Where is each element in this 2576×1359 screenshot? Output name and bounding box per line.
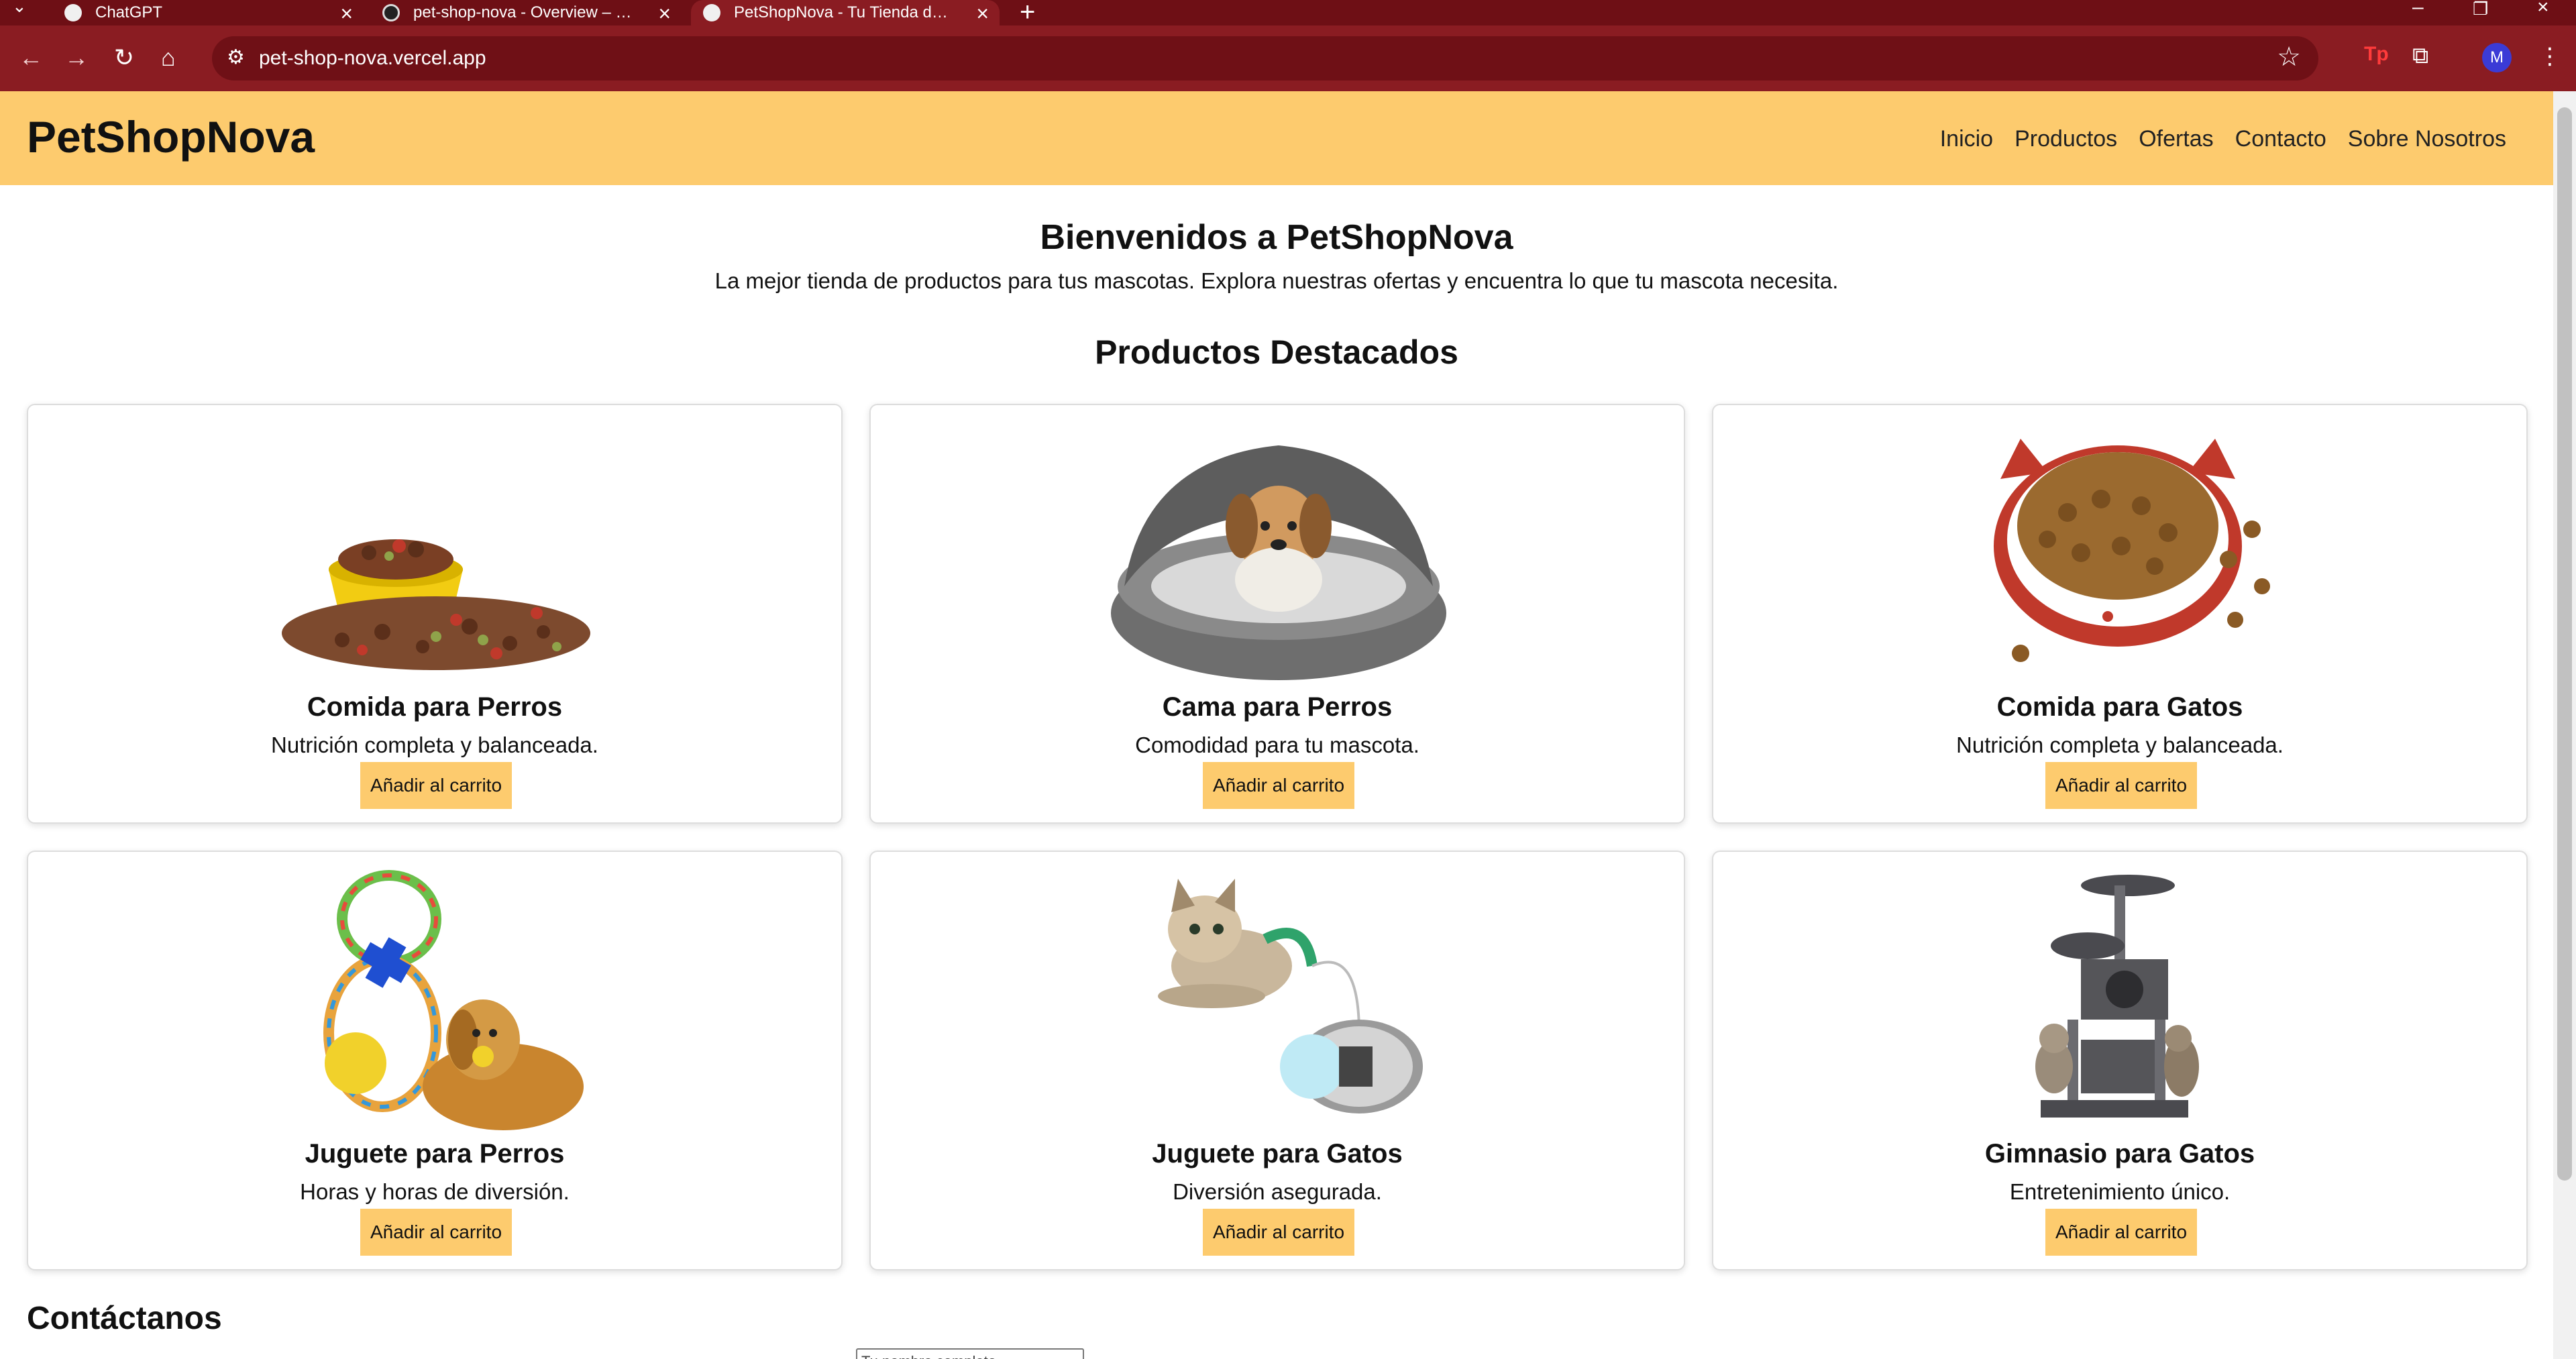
cat-food-image [1713,419,2529,684]
product-card: Comida para Perros Nutrición completa y … [27,404,843,824]
product-card: Cama para Perros Comodidad para tu masco… [869,404,1685,824]
minimize-icon[interactable]: – [2412,0,2424,19]
product-card: Juguete para Gatos Diversión asegurada. … [869,851,1685,1270]
dog-toy-image [28,865,844,1131]
product-name: Gimnasio para Gatos [1984,1139,2255,1168]
product-description: Horas y horas de diversión. [300,1179,570,1204]
close-tab-icon[interactable]: × [340,1,353,26]
close-tab-icon[interactable]: × [658,1,671,26]
add-to-cart-button[interactable]: Añadir al carrito [2045,762,2197,809]
product-name: Comida para Gatos [1996,692,2243,722]
profile-avatar[interactable]: M [2482,43,2512,72]
product-description: Diversión asegurada. [1173,1179,1382,1204]
product-name: Cama para Perros [1162,692,1393,722]
restore-icon[interactable]: ❐ [2473,0,2488,19]
bookmark-star-icon[interactable]: ☆ [2277,42,2301,72]
product-description: Comodidad para tu mascota. [1135,732,1419,757]
close-tab-icon[interactable]: × [976,1,989,26]
product-description: Nutrición completa y balanceada. [1956,732,2284,757]
back-icon[interactable]: ← [19,44,43,71]
extensions-puzzle-icon[interactable]: ⧉ [2412,43,2428,69]
add-to-cart-button[interactable]: Añadir al carrito [1203,1209,1354,1256]
extension-tp-icon[interactable]: Tp [2364,43,2389,66]
hero-subtitle: La mejor tienda de productos para tus ma… [714,268,1839,293]
tab-search-icon[interactable]: ⌄ [12,0,42,21]
globe-favicon-icon [703,4,720,21]
chatgpt-favicon-icon [64,4,82,21]
product-description: Entretenimiento único. [2009,1179,2231,1204]
browser-tab-active[interactable]: PetShopNova - Tu Tienda de Mascotas × [691,0,1000,25]
address-bar[interactable]: ⚙ pet-shop-nova.vercel.app ☆ [212,36,2318,80]
site-logo[interactable]: PetShopNova [27,111,315,162]
product-card: Gimnasio para Gatos Entretenimiento únic… [1712,851,2528,1270]
browser-tab[interactable]: pet-shop-nova - Overview – Vercel × [382,0,671,25]
page-scrollbar[interactable] [2553,91,2576,1359]
dog-bed-image [871,419,1686,684]
site-info-icon[interactable]: ⚙ [227,46,245,69]
close-window-icon[interactable]: × [2537,0,2549,19]
hero-title: Bienvenidos a PetShopNova [1040,218,1513,257]
nav-ofertas[interactable]: Ofertas [2139,126,2213,152]
home-icon[interactable]: ⌂ [161,44,176,71]
browser-tab-strip: ⌄ ChatGPT × pet-shop-nova - Overview – V… [0,0,2576,28]
vercel-favicon-icon [382,4,400,21]
featured-products-title: Productos Destacados [1095,333,1458,371]
browser-tab[interactable]: ChatGPT × [64,0,353,25]
add-to-cart-button[interactable]: Añadir al carrito [360,762,512,809]
cat-tree-image [1713,865,2529,1131]
product-name: Juguete para Gatos [1152,1139,1403,1168]
contact-title: Contáctanos [27,1301,222,1336]
new-tab-icon[interactable]: + [1020,0,1035,28]
forward-icon[interactable]: → [64,44,89,71]
site-header: PetShopNova Inicio Productos Ofertas Con… [0,91,2553,185]
product-card: Juguete para Perros Horas y horas de div… [27,851,843,1270]
nav-sobre-nosotros[interactable]: Sobre Nosotros [2348,126,2506,152]
product-description: Nutrición completa y balanceada. [271,732,598,757]
nav-inicio[interactable]: Inicio [1940,126,1993,152]
url-text[interactable]: pet-shop-nova.vercel.app [259,47,486,70]
product-card: Comida para Gatos Nutrición completa y b… [1712,404,2528,824]
page-viewport: PetShopNova Inicio Productos Ofertas Con… [0,91,2553,1359]
product-name: Juguete para Perros [305,1139,565,1168]
dog-food-image [28,419,844,684]
add-to-cart-button[interactable]: Añadir al carrito [360,1209,512,1256]
cat-toy-image [871,865,1686,1131]
nav-productos[interactable]: Productos [2015,126,2117,152]
browser-menu-icon[interactable]: ⋮ [2538,43,2561,70]
contact-name-input[interactable] [856,1348,1084,1359]
add-to-cart-button[interactable]: Añadir al carrito [2045,1209,2197,1256]
main-nav: Inicio Productos Ofertas Contacto Sobre … [1940,126,2506,152]
scrollbar-thumb[interactable] [2557,107,2572,1181]
add-to-cart-button[interactable]: Añadir al carrito [1203,762,1354,809]
product-name: Comida para Perros [307,692,563,722]
reload-icon[interactable]: ↻ [114,44,134,71]
browser-toolbar: ← → ↻ ⌂ ⚙ pet-shop-nova.vercel.app ☆ Tp … [0,25,2576,91]
nav-contacto[interactable]: Contacto [2235,126,2326,152]
